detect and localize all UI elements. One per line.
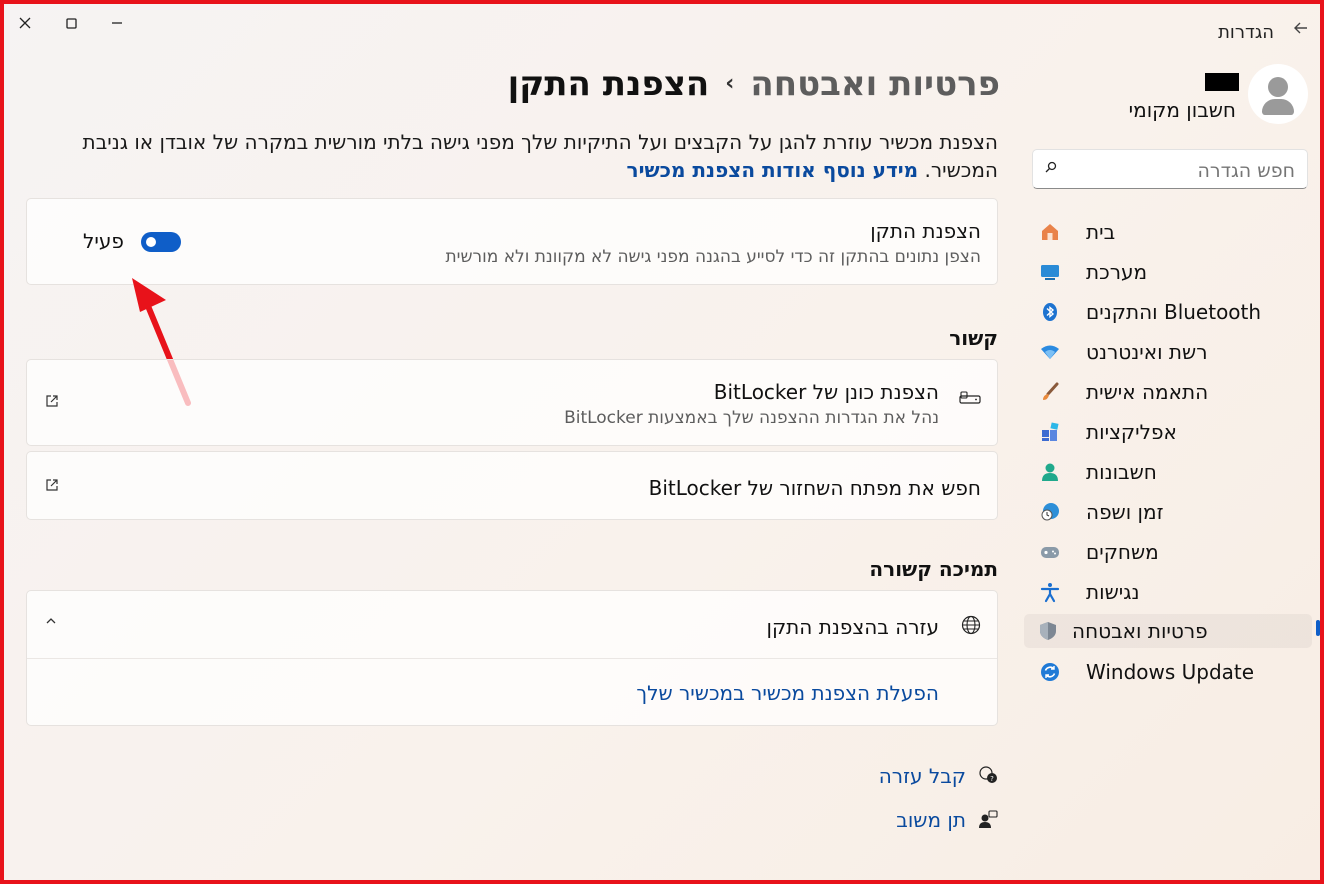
accessibility-icon bbox=[1036, 578, 1064, 606]
sidebar-item-label: התאמה אישית bbox=[1086, 380, 1209, 404]
sidebar-item-label: Bluetooth והתקנים bbox=[1086, 300, 1262, 324]
sidebar-item-label: פרטיות ואבטחה bbox=[1072, 619, 1208, 643]
wifi-icon bbox=[1036, 338, 1064, 366]
feedback-link[interactable]: תן משוב bbox=[896, 808, 966, 832]
maximize-icon bbox=[65, 17, 77, 29]
search-box[interactable] bbox=[1032, 149, 1308, 189]
get-help-icon: ? bbox=[978, 765, 998, 789]
shield-icon bbox=[1034, 617, 1062, 645]
bitlocker-card[interactable]: הצפנת כונן של BitLocker נהל את הגדרות הה… bbox=[26, 359, 998, 446]
maximize-button[interactable] bbox=[60, 12, 82, 34]
sidebar-item-label: בית bbox=[1086, 220, 1116, 244]
chevron-up-icon[interactable] bbox=[45, 615, 57, 631]
sidebar-item-label: רשת ואינטרנט bbox=[1086, 340, 1208, 364]
gaming-icon bbox=[1036, 538, 1064, 566]
page-description: הצפנת מכשיר עוזרת להגן על הקבצים ועל התי… bbox=[46, 128, 998, 184]
active-indicator bbox=[1316, 620, 1320, 636]
breadcrumb-separator: › bbox=[725, 71, 735, 96]
external-link-icon bbox=[45, 394, 59, 412]
card-subtitle: נהל את הגדרות ההצפנה שלך באמצעות BitLock… bbox=[564, 408, 939, 428]
sidebar-item-bluetooth[interactable]: Bluetooth והתקנים bbox=[1026, 295, 1324, 329]
divider bbox=[27, 658, 997, 659]
sidebar-item-label: מערכת bbox=[1086, 260, 1148, 284]
close-icon bbox=[19, 17, 31, 29]
minimize-icon bbox=[112, 22, 122, 24]
toggle-knob bbox=[146, 237, 156, 247]
sidebar-item-system[interactable]: מערכת bbox=[1026, 255, 1324, 289]
close-button[interactable] bbox=[14, 12, 36, 34]
bluetooth-icon bbox=[1036, 298, 1064, 326]
sidebar-item-label: חשבונות bbox=[1086, 460, 1157, 484]
sidebar-item-label: נגישות bbox=[1086, 580, 1140, 604]
card-title: הצפנת התקן bbox=[870, 219, 981, 243]
time-language-icon bbox=[1036, 498, 1064, 526]
system-icon bbox=[1036, 258, 1064, 286]
learn-more-link[interactable]: מידע נוסף אודות הצפנת מכשיר bbox=[627, 158, 919, 182]
sidebar-item-label: אפליקציות bbox=[1086, 420, 1177, 444]
sidebar-item-time-language[interactable]: זמן ושפה bbox=[1026, 495, 1324, 529]
external-link-icon bbox=[45, 478, 59, 496]
svg-text:?: ? bbox=[990, 775, 994, 783]
globe-icon bbox=[961, 615, 981, 639]
sidebar-item-accessibility[interactable]: נגישות bbox=[1026, 575, 1324, 609]
update-icon bbox=[1036, 658, 1064, 686]
back-button[interactable] bbox=[1294, 20, 1308, 39]
home-icon bbox=[1036, 218, 1064, 246]
toggle-state-label: פעיל bbox=[83, 229, 124, 253]
sidebar-item-personalization[interactable]: התאמה אישית bbox=[1026, 375, 1324, 409]
related-heading: קשור bbox=[949, 326, 998, 350]
bitlocker-drive-icon bbox=[959, 390, 981, 410]
card-subtitle: הצפן נתונים בהתקן זה כדי לסייע בהגנה מפנ… bbox=[445, 247, 982, 267]
window-title: הגדרות bbox=[1218, 22, 1274, 43]
get-help-link[interactable]: קבל עזרה bbox=[879, 764, 966, 788]
support-card: עזרה בהצפנת התקן הפעלת הצפנת מכשיר במכשי… bbox=[26, 590, 998, 726]
sidebar-item-label: משחקים bbox=[1086, 540, 1159, 564]
avatar-body bbox=[1262, 99, 1294, 115]
redacted-username bbox=[1205, 73, 1239, 91]
avatar[interactable] bbox=[1248, 64, 1308, 124]
card-title: חפש את מפתח השחזור של BitLocker bbox=[648, 476, 981, 500]
sidebar-item-network[interactable]: רשת ואינטרנט bbox=[1026, 335, 1324, 369]
support-heading: תמיכה קשורה bbox=[869, 557, 998, 581]
brush-icon bbox=[1036, 378, 1064, 406]
apps-icon bbox=[1036, 418, 1064, 446]
bitlocker-recovery-key-card[interactable]: חפש את מפתח השחזור של BitLocker bbox=[26, 451, 998, 520]
device-encryption-toggle[interactable] bbox=[141, 232, 181, 252]
sidebar-item-privacy-security[interactable]: פרטיות ואבטחה bbox=[1024, 614, 1312, 648]
avatar-head bbox=[1268, 77, 1288, 97]
sidebar-item-label: Windows Update bbox=[1086, 660, 1255, 684]
sidebar-item-accounts[interactable]: חשבונות bbox=[1026, 455, 1324, 489]
minimize-button[interactable] bbox=[106, 12, 128, 34]
accounts-icon bbox=[1036, 458, 1064, 486]
back-arrow-icon bbox=[1294, 22, 1307, 34]
search-icon bbox=[1045, 161, 1057, 177]
feedback-icon bbox=[978, 810, 998, 834]
support-title[interactable]: עזרה בהצפנת התקן bbox=[767, 615, 940, 639]
sidebar-item-home[interactable]: בית bbox=[1026, 215, 1324, 249]
breadcrumb: פרטיות ואבטחה › הצפנת התקן bbox=[508, 64, 1000, 104]
support-link[interactable]: הפעלת הצפנת מכשיר במכשיר שלך bbox=[636, 681, 939, 705]
sidebar-item-apps[interactable]: אפליקציות bbox=[1026, 415, 1324, 449]
account-name: חשבון מקומי bbox=[1128, 98, 1236, 122]
sidebar-item-windows-update[interactable]: Windows Update bbox=[1026, 655, 1324, 689]
sidebar-item-label: זמן ושפה bbox=[1086, 500, 1164, 524]
page-title: הצפנת התקן bbox=[507, 64, 710, 104]
sidebar-item-gaming[interactable]: משחקים bbox=[1026, 535, 1324, 569]
search-input[interactable] bbox=[1075, 160, 1295, 182]
card-title: הצפנת כונן של BitLocker bbox=[713, 380, 939, 404]
breadcrumb-parent[interactable]: פרטיות ואבטחה bbox=[750, 64, 1000, 104]
